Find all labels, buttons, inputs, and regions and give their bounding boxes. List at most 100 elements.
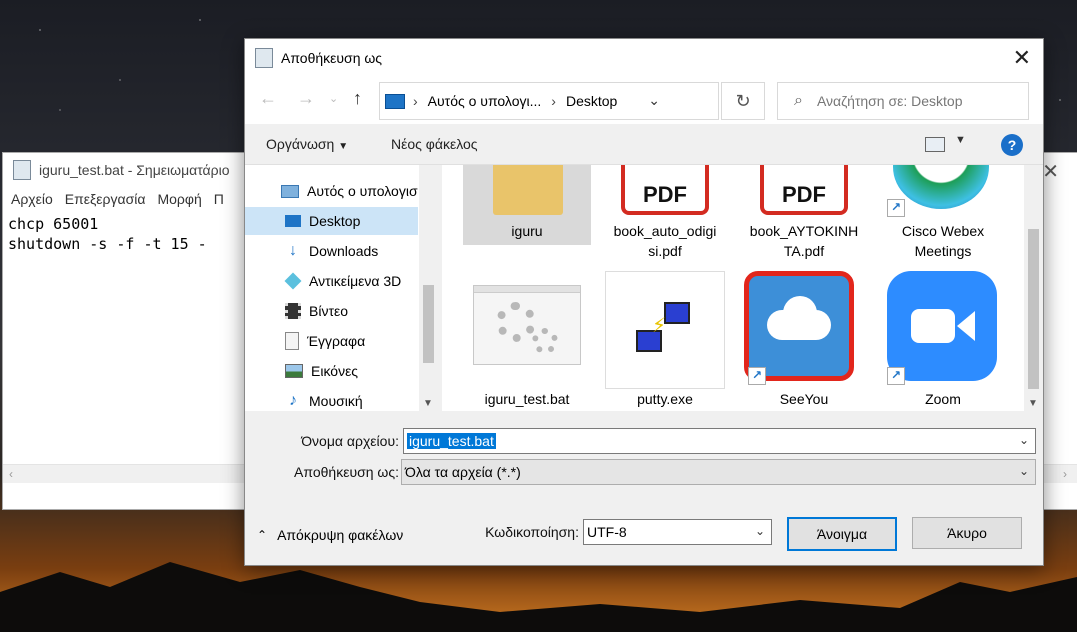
cancel-button[interactable]: Άκυρο	[912, 517, 1022, 549]
file-name: iguru	[511, 223, 543, 239]
file-item-zoom[interactable]: ↗ Zoom	[879, 271, 1007, 409]
address-dropdown-icon[interactable]: ⌄	[648, 92, 660, 109]
view-options-icon[interactable]	[925, 137, 945, 152]
scrollbar-thumb[interactable]	[1028, 229, 1039, 389]
nav-item-label: Desktop	[309, 213, 361, 229]
savetype-value: Όλα τα αρχεία (*.*)	[405, 464, 521, 480]
file-item-book-auto-odigisi[interactable]: PDF book_auto_odigi si.pdf	[601, 165, 729, 265]
savetype-select[interactable]: Όλα τα αρχεία (*.*) ⌄	[401, 459, 1036, 485]
dialog-toolbar: Οργάνωση ▼ Νέος φάκελος ▼ ?	[245, 124, 1043, 165]
navigation-scrollbar[interactable]: ▼	[419, 165, 438, 411]
organize-dropdown-icon: ▼	[338, 141, 349, 152]
file-item-putty[interactable]: ⚡ putty.exe	[601, 271, 729, 409]
file-name: putty.exe	[637, 391, 693, 407]
nav-item-label: Αυτός ο υπολογισ	[307, 183, 418, 199]
dialog-title: Αποθήκευση ως	[281, 49, 383, 66]
file-item-iguru-test-bat[interactable]: iguru_test.bat	[463, 271, 591, 409]
nav-item-label: Εικόνες	[311, 363, 359, 379]
scroll-down-icon[interactable]: ▼	[423, 398, 433, 409]
save-as-dialog: Αποθήκευση ως ✕ ← → ⌄ ↑ › Αυτός ο υπολογ…	[244, 38, 1044, 566]
address-bar[interactable]: › Αυτός ο υπολογι... › Desktop ⌄	[379, 82, 719, 120]
batch-file-icon	[473, 285, 581, 365]
music-icon: ♪	[289, 392, 297, 409]
back-arrow-icon[interactable]: ←	[259, 88, 277, 109]
scroll-down-icon[interactable]: ▼	[1028, 398, 1038, 409]
filename-dropdown-icon[interactable]: ⌄	[1019, 433, 1029, 447]
hide-folders-button[interactable]: ⌃ Απόκρυψη φακέλων	[257, 527, 403, 543]
savetype-dropdown-icon[interactable]: ⌄	[1019, 464, 1029, 478]
encoding-label: Κωδικοποίηση:	[485, 524, 579, 540]
nav-item-videos[interactable]: Βίντεο	[245, 297, 418, 325]
menu-file[interactable]: Αρχείο	[11, 191, 53, 207]
breadcrumb-current[interactable]: Desktop	[566, 93, 617, 109]
file-list-scrollbar[interactable]: ▼	[1024, 165, 1043, 411]
notepad-title: iguru_test.bat - Σημειωματάριο	[39, 161, 230, 178]
zoom-camera-icon	[887, 271, 997, 381]
notepad-close-icon[interactable]: ✕	[1042, 159, 1059, 184]
desktop-icon	[285, 215, 301, 227]
nav-item-music[interactable]: ♪ Μουσική	[245, 387, 418, 411]
dialog-close-icon[interactable]: ✕	[1013, 45, 1031, 71]
scroll-left-icon[interactable]: ‹	[9, 465, 13, 483]
encoding-select[interactable]: UTF-8 ⌄	[583, 519, 772, 545]
file-item-cisco-webex[interactable]: ↗ Cisco Webex Meetings	[879, 165, 1007, 265]
nav-item-3d-objects[interactable]: Αντικείμενα 3D	[245, 267, 418, 295]
refresh-button[interactable]: ↻	[721, 82, 765, 120]
video-icon	[285, 303, 301, 319]
menu-view[interactable]: Π	[214, 191, 224, 207]
filename-input[interactable]: iguru_test.bat ⌄	[403, 428, 1036, 454]
file-name: iguru_test.bat	[484, 391, 570, 407]
recent-chevron-down-icon[interactable]: ⌄	[329, 92, 338, 105]
file-name: SeeYou	[779, 391, 829, 407]
breadcrumb-root[interactable]: Αυτός ο υπολογι...	[428, 93, 542, 109]
gear-icon	[496, 302, 536, 342]
breadcrumb-separator-icon: ›	[551, 93, 556, 109]
nav-item-desktop[interactable]: Desktop	[245, 207, 418, 235]
dialog-titlebar: Αποθήκευση ως	[245, 39, 1043, 76]
file-item-seeyou[interactable]: ↗ SeeYou	[740, 271, 868, 409]
gear-icon	[532, 328, 558, 354]
forward-arrow-icon[interactable]: →	[297, 88, 315, 109]
dialog-notepad-icon	[255, 47, 273, 68]
shortcut-arrow-icon: ↗	[887, 367, 905, 385]
camera-body	[911, 309, 955, 343]
window-bar	[474, 286, 580, 293]
help-icon[interactable]: ?	[1001, 134, 1023, 156]
nav-item-this-pc[interactable]: Αυτός ο υπολογισ	[245, 177, 418, 205]
notepad-icon	[13, 159, 31, 180]
savetype-row: Αποθήκευση ως: Όλα τα αρχεία (*.*) ⌄	[245, 459, 1043, 485]
document-icon	[285, 332, 299, 350]
nav-item-documents[interactable]: Έγγραφα	[245, 327, 418, 355]
menu-edit[interactable]: Επεξεργασία	[65, 191, 146, 207]
search-placeholder: Αναζήτηση σε: Desktop	[816, 93, 963, 109]
encoding-dropdown-icon[interactable]: ⌄	[755, 524, 765, 538]
search-icon: ⌕	[794, 92, 803, 109]
nav-item-label: Downloads	[309, 243, 379, 259]
filename-row: Όνομα αρχείου: iguru_test.bat ⌄	[245, 428, 1043, 454]
open-button[interactable]: Άνοιγμα	[787, 517, 897, 551]
file-name-line: si.pdf	[648, 243, 682, 259]
file-name-line: Cisco Webex	[901, 223, 985, 239]
file-name: Zoom	[925, 391, 961, 407]
file-item-iguru[interactable]: iguru	[463, 165, 591, 245]
file-name-line: Meetings	[914, 243, 972, 259]
menu-format[interactable]: Μορφή	[157, 191, 201, 207]
chevron-up-icon: ⌃	[257, 528, 268, 542]
navigation-pane: Αυτός ο υπολογισ Desktop ↓ Downloads Αντ…	[245, 165, 438, 411]
pdf-icon: PDF	[621, 165, 709, 215]
nav-item-label: Έγγραφα	[307, 333, 366, 349]
view-dropdown-icon[interactable]: ▼	[955, 134, 966, 146]
new-folder-button[interactable]: Νέος φάκελος	[391, 136, 478, 152]
nav-item-label: Βίντεο	[309, 303, 349, 319]
nav-item-pictures[interactable]: Εικόνες	[245, 357, 418, 385]
nav-item-label: Αντικείμενα 3D	[309, 273, 402, 289]
organize-label: Οργάνωση	[266, 136, 335, 152]
up-arrow-icon[interactable]: ↑	[353, 88, 362, 109]
organize-button[interactable]: Οργάνωση ▼	[266, 136, 348, 152]
breadcrumb-separator-icon: ›	[413, 93, 418, 109]
file-item-book-aytokinhta[interactable]: PDF book_AYTOKINH TA.pdf	[740, 165, 868, 265]
search-input[interactable]: ⌕ Αναζήτηση σε: Desktop	[777, 82, 1029, 120]
scrollbar-thumb[interactable]	[423, 285, 434, 363]
scroll-right-icon[interactable]: ›	[1063, 465, 1067, 483]
nav-item-downloads[interactable]: ↓ Downloads	[245, 237, 418, 265]
